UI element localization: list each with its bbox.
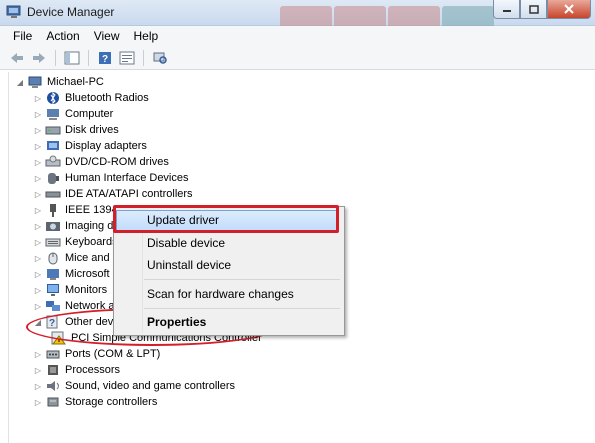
expand-arrow-icon[interactable]: ▷ bbox=[33, 189, 43, 199]
help-button[interactable]: ? bbox=[96, 49, 114, 67]
device-manager-icon bbox=[6, 5, 21, 18]
forward-button[interactable] bbox=[30, 49, 48, 67]
port-icon bbox=[45, 347, 61, 361]
menu-item-uninstall-device[interactable]: Uninstall device bbox=[147, 258, 231, 272]
menu-view[interactable]: View bbox=[87, 29, 127, 43]
tree-item[interactable]: ▷ Sound, video and game controllers bbox=[33, 378, 235, 394]
sound-icon bbox=[45, 379, 61, 393]
expand-arrow-icon[interactable]: ▷ bbox=[33, 253, 43, 263]
tree-root-label: Michael-PC bbox=[47, 76, 104, 88]
display-adapter-icon bbox=[45, 139, 61, 153]
expand-arrow-icon[interactable]: ▷ bbox=[33, 381, 43, 391]
properties-view-button[interactable] bbox=[118, 49, 136, 67]
expand-arrow-icon[interactable]: ▷ bbox=[33, 205, 43, 215]
expand-arrow-icon[interactable]: ▷ bbox=[33, 365, 43, 375]
minimize-icon bbox=[502, 10, 511, 12]
tree-item[interactable]: ▷ Processors bbox=[33, 362, 120, 378]
menu-item-disable-device[interactable]: Disable device bbox=[147, 236, 225, 250]
background-taskbar-tabs bbox=[280, 6, 494, 26]
storage-icon bbox=[45, 395, 61, 409]
tree-item[interactable]: ▷ Keyboards bbox=[33, 234, 118, 250]
expand-arrow-icon[interactable]: ▷ bbox=[33, 157, 43, 167]
tree-item[interactable]: ▷ Monitors bbox=[33, 282, 107, 298]
toolbar-separator bbox=[143, 49, 144, 66]
close-icon bbox=[564, 4, 574, 14]
tree-item[interactable]: ▷ DVD/CD-ROM drives bbox=[33, 154, 169, 170]
keyboard-icon bbox=[45, 235, 61, 249]
menu-item-scan-hardware[interactable]: Scan for hardware changes bbox=[147, 287, 294, 301]
title-bar: Device Manager bbox=[0, 0, 595, 26]
computer-root-icon bbox=[27, 75, 43, 89]
mouse-icon bbox=[45, 251, 61, 265]
scan-hardware-icon bbox=[153, 52, 167, 64]
hid-icon bbox=[45, 171, 61, 185]
properties-icon bbox=[119, 51, 135, 64]
context-menu-separator bbox=[144, 279, 340, 280]
toolbar-separator bbox=[88, 49, 89, 66]
ieee1394-icon bbox=[45, 203, 61, 217]
expand-arrow-icon[interactable]: ▷ bbox=[33, 301, 43, 311]
toolbar: ? bbox=[0, 46, 595, 70]
console-tree-icon bbox=[64, 51, 80, 64]
expand-arrow-icon[interactable]: ▷ bbox=[33, 221, 43, 231]
tree-item[interactable]: ▷ Imaging d bbox=[33, 218, 113, 234]
window-controls bbox=[493, 0, 591, 19]
menu-file[interactable]: File bbox=[6, 29, 39, 43]
expand-arrow-icon[interactable]: ▷ bbox=[33, 125, 43, 135]
context-menu-separator bbox=[144, 308, 340, 309]
maximize-icon bbox=[528, 4, 539, 14]
network-icon bbox=[45, 299, 61, 313]
expand-arrow-icon[interactable]: ▷ bbox=[33, 349, 43, 359]
tree-item[interactable]: ▷ Disk drives bbox=[33, 122, 119, 138]
menu-action[interactable]: Action bbox=[39, 29, 86, 43]
tree-item[interactable]: ▷ Bluetooth Radios bbox=[33, 90, 149, 106]
back-arrow-icon bbox=[11, 52, 23, 63]
tree-item[interactable]: ▷ Storage controllers bbox=[33, 394, 157, 410]
dvd-drive-icon bbox=[45, 155, 61, 169]
tree-item[interactable]: ▷ Display adapters bbox=[33, 138, 147, 154]
collapse-arrow-icon[interactable]: ◢ bbox=[15, 77, 25, 87]
forward-arrow-icon bbox=[33, 52, 45, 63]
tree-item[interactable]: ▷ Ports (COM & LPT) bbox=[33, 346, 160, 362]
expand-arrow-icon[interactable]: ▷ bbox=[33, 173, 43, 183]
camera-icon bbox=[45, 219, 61, 233]
expand-arrow-icon[interactable]: ▷ bbox=[33, 269, 43, 279]
back-button[interactable] bbox=[8, 49, 26, 67]
expand-arrow-icon[interactable]: ▷ bbox=[33, 397, 43, 407]
scan-hardware-button[interactable] bbox=[151, 49, 169, 67]
toolbar-separator bbox=[55, 49, 56, 66]
tree-item[interactable]: ▷ Mice and o bbox=[33, 250, 119, 266]
processor-icon bbox=[45, 363, 61, 377]
ide-controller-icon bbox=[45, 187, 61, 201]
show-hide-console-tree-button[interactable] bbox=[63, 49, 81, 67]
tree-item[interactable]: ▷ Microsoft bbox=[33, 266, 110, 282]
menu-item-properties[interactable]: Properties bbox=[147, 315, 206, 329]
menu-bar: File Action View Help bbox=[0, 26, 595, 46]
svg-text:?: ? bbox=[102, 54, 108, 65]
expand-arrow-icon[interactable]: ▷ bbox=[33, 141, 43, 151]
bluetooth-icon bbox=[45, 91, 61, 105]
expand-arrow-icon[interactable]: ▷ bbox=[33, 109, 43, 119]
disk-drive-icon bbox=[45, 123, 61, 137]
monitor-icon bbox=[45, 283, 61, 297]
expand-arrow-icon[interactable]: ▷ bbox=[33, 285, 43, 295]
annotation-box bbox=[113, 205, 339, 233]
tree-item[interactable]: ▷ IDE ATA/ATAPI controllers bbox=[33, 186, 193, 202]
maximize-button[interactable] bbox=[520, 0, 547, 19]
minimize-button[interactable] bbox=[493, 0, 520, 19]
tree-item[interactable]: ▷ Computer bbox=[33, 106, 113, 122]
expand-arrow-icon[interactable]: ▷ bbox=[33, 93, 43, 103]
computer-icon bbox=[45, 107, 61, 121]
help-icon: ? bbox=[99, 51, 111, 65]
tree-root[interactable]: ◢ Michael-PC bbox=[15, 74, 104, 90]
expand-arrow-icon[interactable]: ▷ bbox=[33, 237, 43, 247]
close-button[interactable] bbox=[547, 0, 591, 19]
menu-help[interactable]: Help bbox=[127, 29, 166, 43]
tree-item[interactable]: ▷ Human Interface Devices bbox=[33, 170, 189, 186]
window-title: Device Manager bbox=[27, 5, 115, 19]
microsoft-icon bbox=[45, 267, 61, 281]
